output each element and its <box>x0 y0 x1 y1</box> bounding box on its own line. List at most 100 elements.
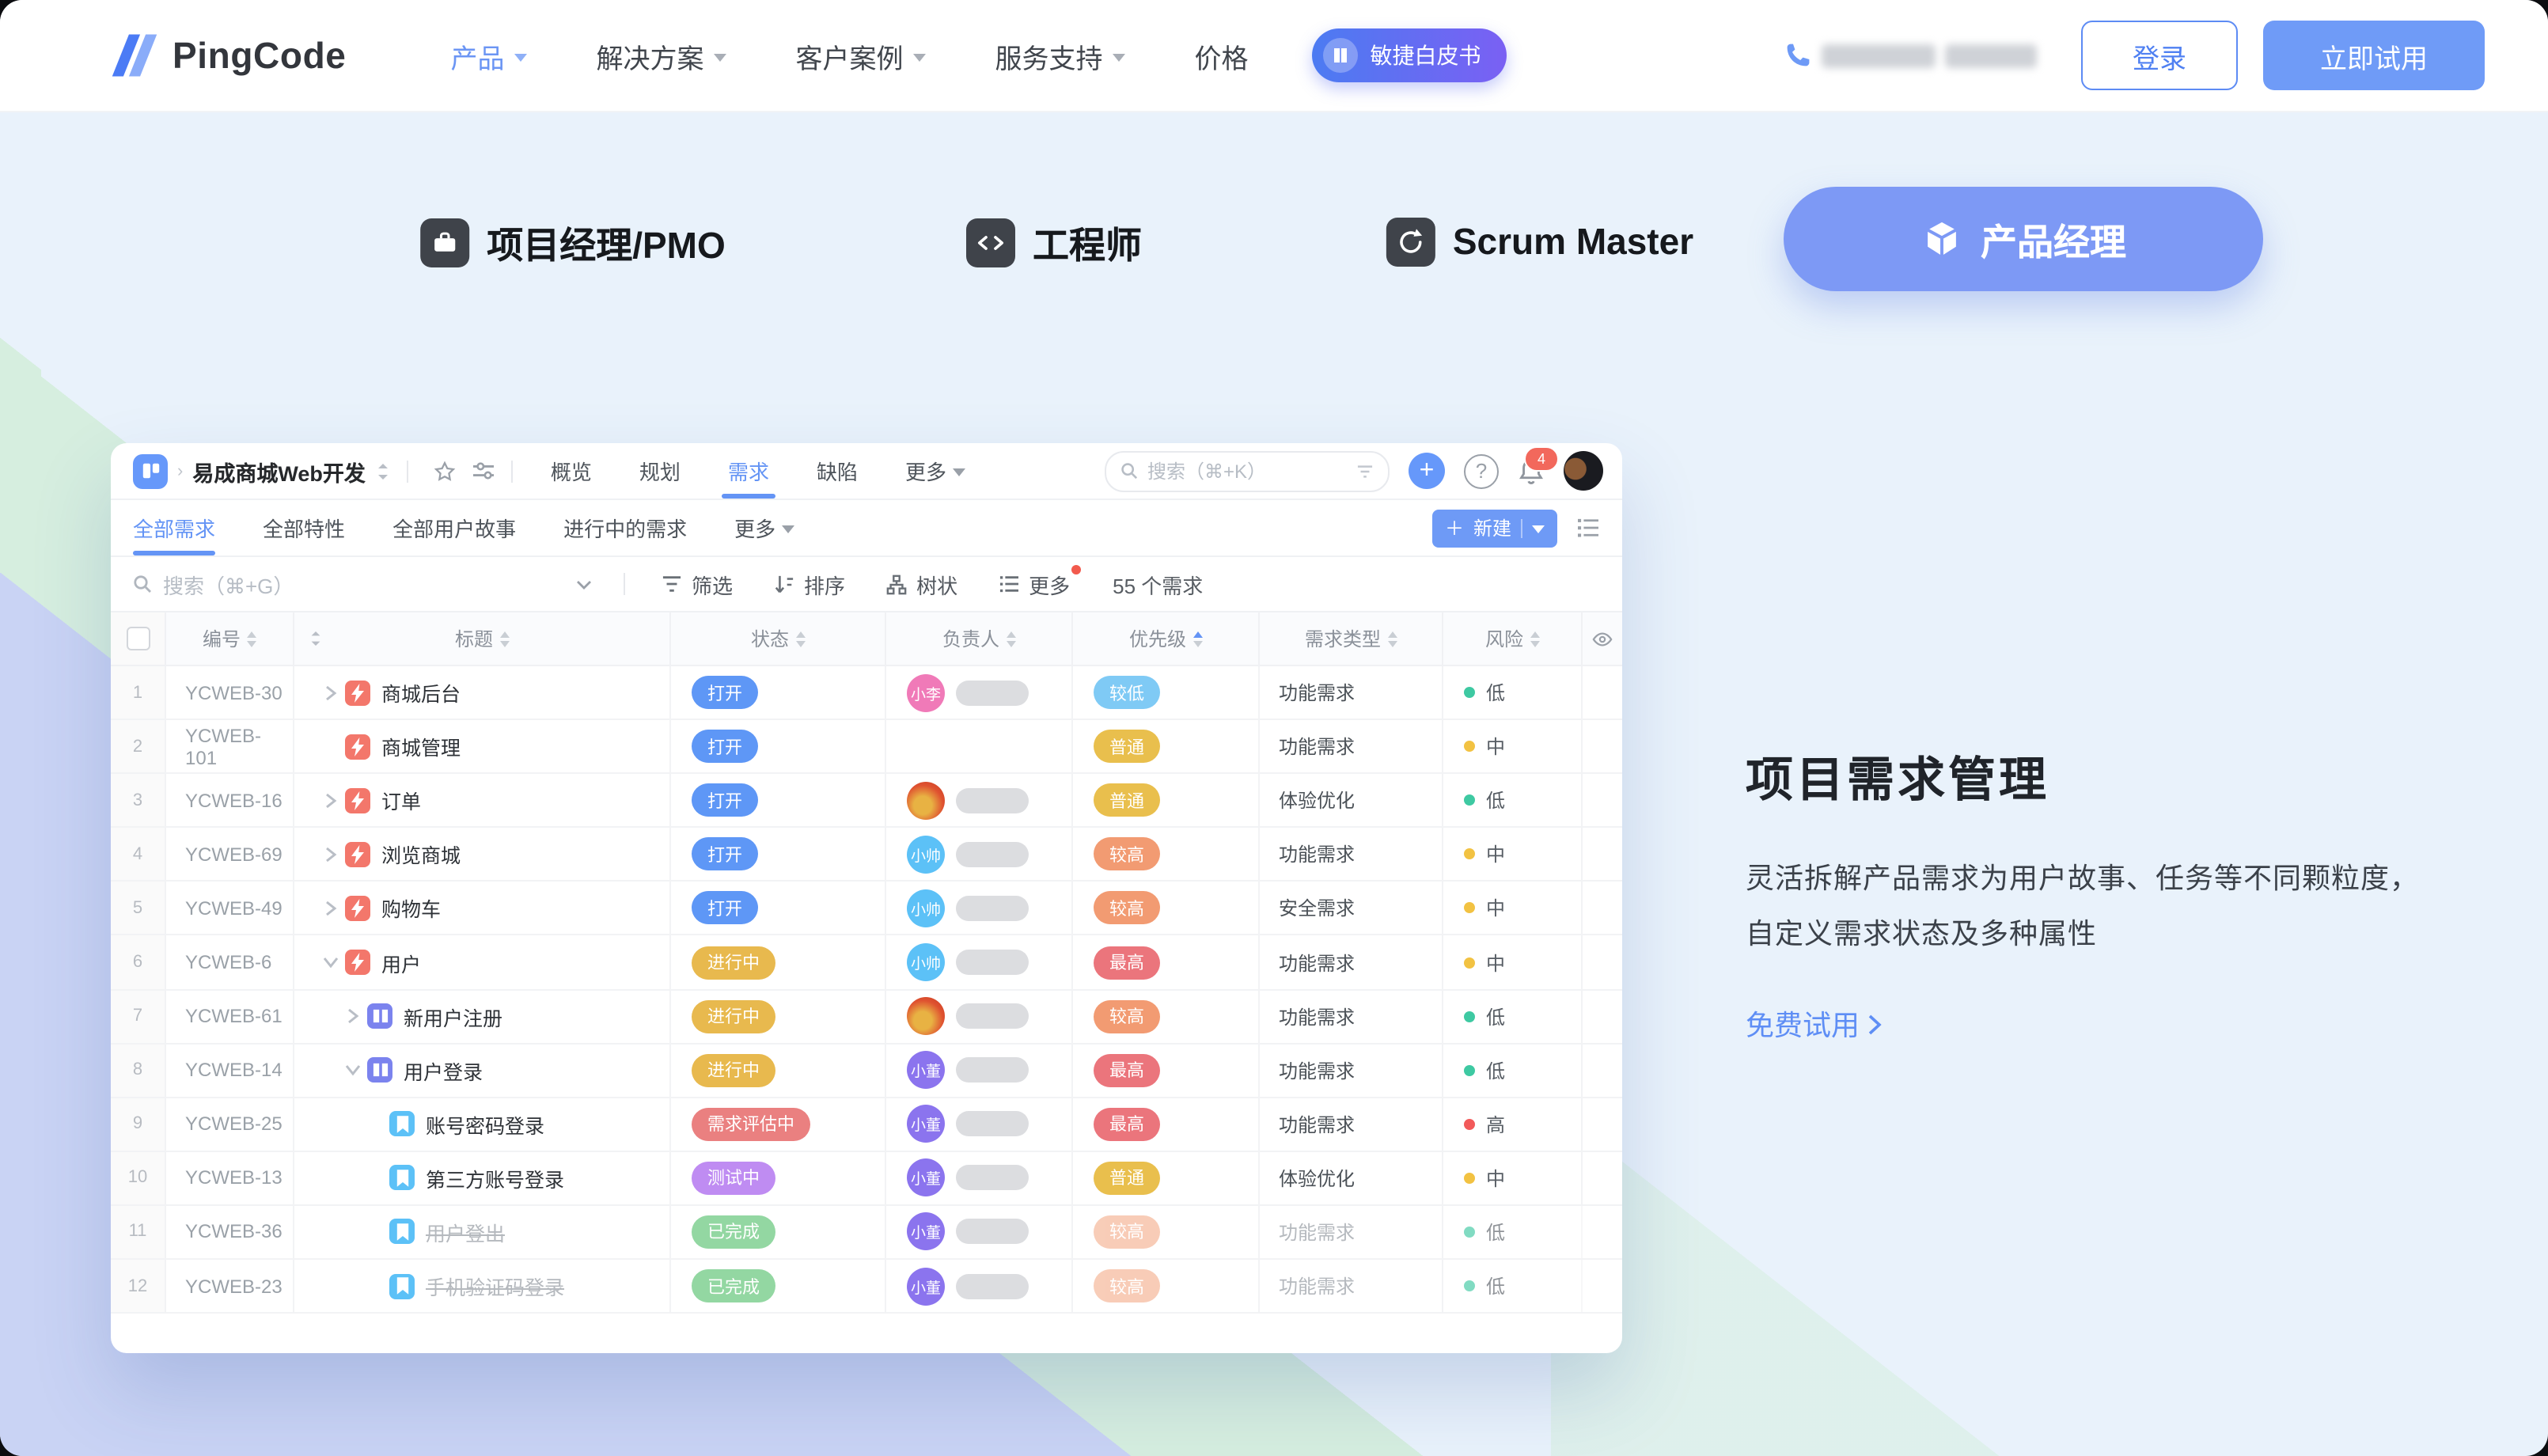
row-title[interactable]: 用户登出 <box>426 1217 505 1247</box>
persona-tab-pm[interactable]: 项目经理/PMO <box>420 215 726 269</box>
priority-pill[interactable]: 普通 <box>1094 783 1160 817</box>
row-title[interactable]: 用户登录 <box>404 1055 483 1085</box>
column-header-title[interactable]: 标题 <box>294 612 671 665</box>
row-title[interactable]: 浏览商城 <box>381 840 461 870</box>
priority-pill[interactable]: 较高 <box>1094 892 1160 925</box>
row-risk[interactable]: 中 <box>1443 1152 1583 1204</box>
row-assignee-cell[interactable]: 小帅 <box>886 936 1073 988</box>
nav-item-pricing[interactable]: 价格 <box>1194 36 1248 75</box>
row-risk[interactable]: 中 <box>1443 882 1583 935</box>
row-expand-chevron-down-icon[interactable] <box>343 1064 362 1076</box>
row-type[interactable]: 功能需求 <box>1260 1260 1443 1312</box>
row-assignee-cell[interactable]: 小帅 <box>886 828 1073 881</box>
table-row[interactable]: 8YCWEB-14用户登录进行中小董最高功能需求低 <box>111 1044 1622 1098</box>
persona-tab-scrum-master[interactable]: Scrum Master <box>1386 218 1693 267</box>
project-title[interactable]: 易成商城Web开发 <box>192 455 366 487</box>
notifications-bell[interactable]: 4 <box>1518 457 1545 485</box>
tree-view-button[interactable]: 树状 <box>886 569 957 599</box>
signup-button[interactable]: 立即试用 <box>2263 21 2485 90</box>
priority-pill[interactable]: 较高 <box>1094 1269 1160 1302</box>
table-search-input[interactable]: 搜索（⌘+G） <box>133 569 576 599</box>
view-tab-all-requirements[interactable]: 全部需求 <box>133 500 215 555</box>
project-icon[interactable] <box>133 453 168 488</box>
nav-item-products[interactable]: 产品 <box>450 36 526 75</box>
row-risk[interactable]: 中 <box>1443 936 1583 988</box>
priority-pill[interactable]: 较低 <box>1094 676 1160 709</box>
free-trial-link[interactable]: 免费试用 <box>1746 1003 1882 1045</box>
assignee-avatar[interactable] <box>907 781 945 819</box>
select-all-checkbox[interactable] <box>126 627 150 650</box>
column-header-status[interactable]: 状态 <box>671 612 886 665</box>
nav-item-support[interactable]: 服务支持 <box>995 36 1124 75</box>
row-title[interactable]: 账号密码登录 <box>426 1109 544 1139</box>
view-tab-in-progress[interactable]: 进行中的需求 <box>563 500 687 555</box>
assignee-avatar[interactable]: 小董 <box>907 1159 945 1197</box>
row-risk[interactable]: 中 <box>1443 828 1583 881</box>
whitepaper-button[interactable]: 敏捷白皮书 <box>1311 28 1506 82</box>
help-icon[interactable]: ? <box>1464 453 1499 488</box>
column-header-risk[interactable]: 风险 <box>1443 612 1583 665</box>
global-search-input[interactable]: 搜索（⌘+K） <box>1105 450 1390 491</box>
status-pill[interactable]: 需求评估中 <box>692 1108 810 1141</box>
row-title[interactable]: 手机验证码登录 <box>426 1271 564 1301</box>
row-risk[interactable]: 低 <box>1443 774 1583 826</box>
row-assignee-cell[interactable] <box>886 990 1073 1042</box>
row-risk[interactable]: 低 <box>1443 1044 1583 1096</box>
row-assignee-cell[interactable]: 小董 <box>886 1152 1073 1204</box>
row-expand-chevron-down-icon[interactable] <box>321 956 340 969</box>
assignee-avatar[interactable]: 小董 <box>907 1105 945 1143</box>
status-pill[interactable]: 测试中 <box>692 1162 775 1195</box>
row-title[interactable]: 第三方账号登录 <box>426 1163 564 1193</box>
row-type[interactable]: 功能需求 <box>1260 828 1443 881</box>
view-tab-all-features[interactable]: 全部特性 <box>263 500 345 555</box>
row-type[interactable]: 功能需求 <box>1260 720 1443 772</box>
table-row[interactable]: 1YCWEB-30商城后台打开小李较低功能需求低 <box>111 666 1622 720</box>
status-pill[interactable]: 打开 <box>692 892 758 925</box>
status-pill[interactable]: 进行中 <box>692 946 775 979</box>
assignee-avatar[interactable]: 小董 <box>907 1213 945 1251</box>
assignee-avatar[interactable]: 小董 <box>907 1267 945 1305</box>
row-type[interactable]: 功能需求 <box>1260 666 1443 719</box>
assignee-avatar[interactable]: 小李 <box>907 673 945 711</box>
priority-pill[interactable]: 普通 <box>1094 730 1160 763</box>
row-title[interactable]: 商城后台 <box>381 677 461 707</box>
row-assignee-cell[interactable]: 小李 <box>886 666 1073 719</box>
row-type[interactable]: 功能需求 <box>1260 990 1443 1042</box>
row-risk[interactable]: 低 <box>1443 666 1583 719</box>
nav-item-solutions[interactable]: 解决方案 <box>596 36 726 75</box>
sliders-icon[interactable] <box>472 461 495 481</box>
tab-more[interactable]: 更多 <box>905 443 965 499</box>
status-pill[interactable]: 打开 <box>692 838 758 871</box>
star-icon[interactable] <box>434 460 456 482</box>
row-risk[interactable]: 低 <box>1443 990 1583 1042</box>
status-pill[interactable]: 打开 <box>692 676 758 709</box>
row-risk[interactable]: 低 <box>1443 1206 1583 1258</box>
login-button[interactable]: 登录 <box>2081 21 2238 90</box>
create-button[interactable]: + <box>1409 453 1445 489</box>
row-risk[interactable]: 中 <box>1443 720 1583 772</box>
assignee-avatar[interactable] <box>907 997 945 1035</box>
row-assignee-cell[interactable]: 小董 <box>886 1098 1073 1151</box>
assignee-avatar[interactable]: 小董 <box>907 1051 945 1089</box>
tab-requirements[interactable]: 需求 <box>728 443 769 499</box>
row-title[interactable]: 购物车 <box>381 893 441 923</box>
status-pill[interactable]: 进行中 <box>692 1053 775 1086</box>
row-assignee-cell[interactable] <box>886 720 1073 772</box>
column-header-assignee[interactable]: 负责人 <box>886 612 1073 665</box>
table-row[interactable]: 12YCWEB-23手机验证码登录已完成小董较高功能需求低 <box>111 1260 1622 1314</box>
row-expand-chevron-right-icon[interactable] <box>321 684 340 700</box>
eye-icon[interactable] <box>1592 631 1613 646</box>
expand-all-icon[interactable] <box>309 630 323 647</box>
status-pill[interactable]: 已完成 <box>692 1269 775 1302</box>
table-row[interactable]: 4YCWEB-69浏览商城打开小帅较高功能需求中 <box>111 828 1622 882</box>
row-type[interactable]: 功能需求 <box>1260 1206 1443 1258</box>
filter-button[interactable]: 筛选 <box>662 569 733 599</box>
row-title[interactable]: 用户 <box>381 947 421 977</box>
assignee-avatar[interactable]: 小帅 <box>907 943 945 981</box>
priority-pill[interactable]: 较高 <box>1094 1215 1160 1249</box>
row-title[interactable]: 新用户注册 <box>404 1001 502 1031</box>
row-assignee-cell[interactable]: 小董 <box>886 1206 1073 1258</box>
table-row[interactable]: 9YCWEB-25账号密码登录需求评估中小董最高功能需求高 <box>111 1098 1622 1152</box>
table-row[interactable]: 11YCWEB-36用户登出已完成小董较高功能需求低 <box>111 1206 1622 1260</box>
tab-defects[interactable]: 缺陷 <box>817 443 858 499</box>
